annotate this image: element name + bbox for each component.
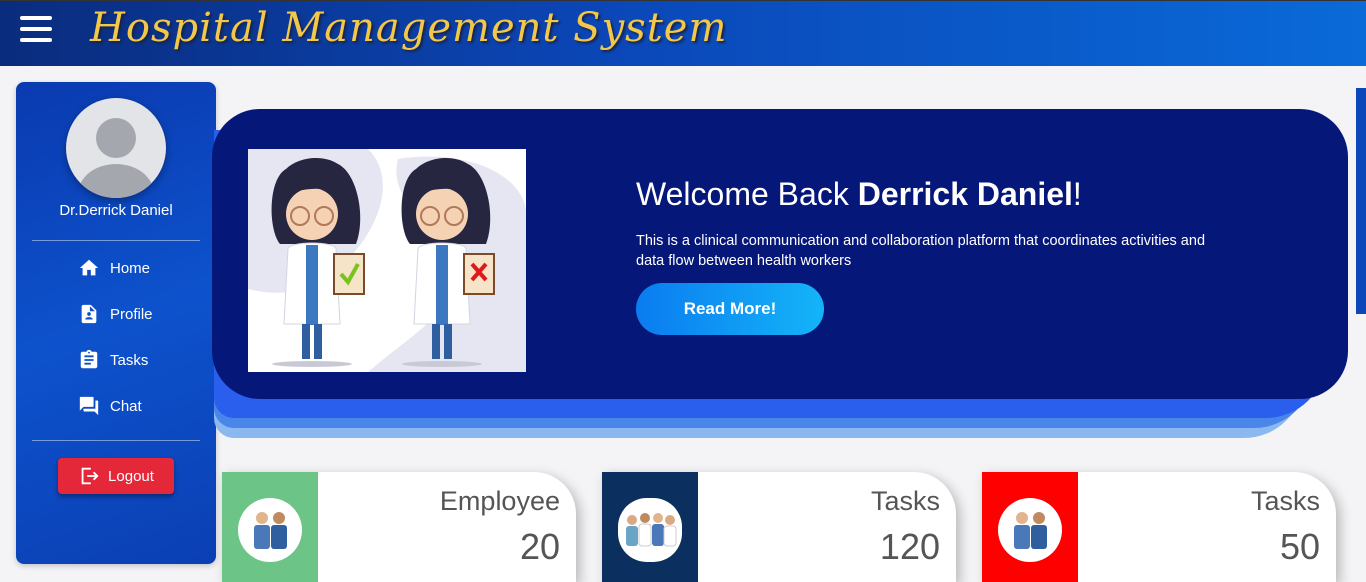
sidebar-item-tasks[interactable]: Tasks (78, 346, 148, 374)
stat-card-tasks[interactable]: Tasks 120 (602, 472, 956, 582)
logout-label: Logout (108, 467, 154, 485)
logout-button[interactable]: Logout (58, 458, 174, 494)
clipboard-icon (80, 349, 98, 369)
welcome-greeting: Welcome Back (636, 176, 858, 212)
stat-color-strip (222, 472, 318, 582)
profile-icon (81, 304, 97, 324)
sidebar-divider (32, 240, 200, 241)
sidebar-item-chat[interactable]: Chat (78, 392, 142, 420)
sidebar-item-home[interactable]: Home (78, 254, 150, 282)
sidebar-item-label: Home (110, 259, 151, 277)
app-title: Hospital Management System (90, 5, 728, 51)
sidebar-item-label: Tasks (110, 351, 149, 369)
welcome-description: This is a clinical communication and col… (636, 233, 1206, 269)
top-bar: Hospital Management System (0, 0, 1366, 66)
doctors-illustration (248, 149, 526, 372)
read-more-button[interactable]: Read More! (636, 283, 824, 335)
logout-icon (81, 467, 99, 485)
hamburger-menu-icon[interactable] (20, 16, 52, 48)
team-icon (618, 498, 682, 562)
stat-value: 120 (879, 526, 940, 567)
sidebar-item-label: Chat (110, 397, 142, 415)
sidebar: Dr.Derrick Daniel Home Profile Tasks Cha… (16, 82, 216, 564)
avatar (66, 98, 166, 198)
chat-icon (79, 396, 99, 416)
stat-color-strip (602, 472, 698, 582)
stat-label: Tasks (1250, 486, 1320, 516)
stat-value: 50 (1279, 526, 1320, 567)
welcome-exclaim: ! (1072, 176, 1082, 212)
staff-icon (998, 498, 1062, 562)
sidebar-item-profile[interactable]: Profile (78, 300, 153, 328)
sidebar-item-label: Profile (110, 305, 153, 323)
scrollbar[interactable] (1356, 88, 1366, 314)
stat-label: Tasks (870, 486, 940, 516)
stat-card-tasks-2[interactable]: Tasks 50 (982, 472, 1336, 582)
sidebar-divider (32, 440, 200, 441)
home-icon (79, 259, 99, 276)
stat-label: Employee (439, 486, 560, 516)
welcome-heading: Welcome Back Derrick Daniel! (636, 176, 1082, 213)
staff-icon (238, 498, 302, 562)
stat-value: 20 (519, 526, 560, 567)
welcome-user-name: Derrick Daniel (857, 176, 1073, 212)
doctor-name: Dr.Derrick Daniel (59, 202, 173, 219)
stat-color-strip (982, 472, 1078, 582)
stat-card-employee[interactable]: Employee 20 (222, 472, 576, 582)
